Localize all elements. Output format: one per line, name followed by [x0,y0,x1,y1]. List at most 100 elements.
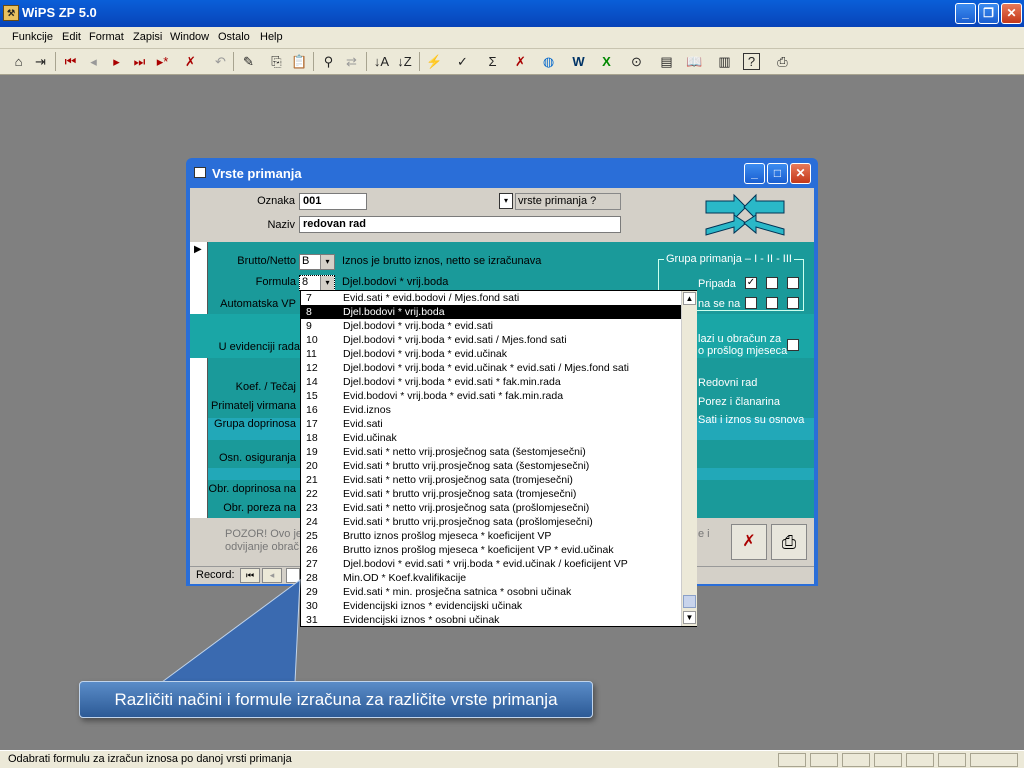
form-minimize-button[interactable]: _ [744,163,765,184]
option-formula: Evid.sati * netto vrij.prosječnog sata (… [343,474,573,486]
option-formula: Brutto iznos prošlog mjeseca * koeficije… [343,530,552,542]
dropdown-option[interactable]: 19 Evid.sati * netto vrij.prosječnog sata… [301,445,681,459]
menu-zapisi[interactable]: Zapisi [133,31,162,43]
book-icon[interactable]: 📖 [684,51,705,72]
dropdown-option[interactable]: 11 Djel.bodovi * vrij.boda * evid.učinak [301,347,681,361]
chevron-down-icon[interactable]: ▾ [320,255,334,269]
grupa-doprinosa-label: Grupa doprinosa [214,418,296,430]
close-button[interactable]: ✕ [1001,3,1022,24]
dropdown-option[interactable]: 30 Evidencijski iznos * evidencijski učin… [301,599,681,613]
sort-ascending-icon[interactable]: ↓A [371,51,392,72]
next-record-icon[interactable]: ▸ [106,51,127,72]
apply-filter-icon[interactable]: Σ [482,51,503,72]
menu-window[interactable]: Window [170,31,209,43]
dropdown-option[interactable]: 17 Evid.sati [301,417,681,431]
pripada-checkbox-3[interactable] [787,277,799,289]
dropdown-option[interactable]: 8 Djel.bodovi * vrij.boda [301,305,681,319]
dropdown-option[interactable]: 23 Evid.sati * netto vrij.prosječnog sata… [301,501,681,515]
undo-icon[interactable]: ↶ [210,51,231,72]
formula-select[interactable]: 8 ▾ [299,275,335,291]
pripada-checkbox-2[interactable] [766,277,778,289]
dropdown-option[interactable]: 31 Evidencijski iznos * osobni učinak [301,613,681,627]
menu-ostalo[interactable]: Ostalo [218,31,250,43]
print-setup-icon[interactable]: ⎙ [772,51,793,72]
koef-label: Koef. / Tečaj [235,381,296,393]
paste-icon[interactable]: 📋 [289,51,310,72]
dropdown-option[interactable]: 21 Evid.sati * netto vrij.prosječnog sata… [301,473,681,487]
ulazi-checkbox-1[interactable] [745,297,757,309]
dropdown-option[interactable]: 28 Min.OD * Koef.kvalifikacije [301,571,681,585]
replace-icon[interactable]: ⇄ [341,51,362,72]
primatelj-label: Primatelj virmana [211,400,296,412]
option-formula: Djel.bodovi * vrij.boda [343,306,445,318]
restore-button[interactable]: ❐ [978,3,999,24]
save-icon[interactable]: ✎ [238,51,259,72]
dropdown-scrollbar[interactable]: ▲ ▼ [681,291,697,626]
scroll-thumb[interactable] [683,595,696,608]
option-formula: Evid.sati * brutto vrij.prosječnog sata … [343,460,590,472]
dropdown-option[interactable]: 29 Evid.sati * min. prosječna satnica * o… [301,585,681,599]
find-icon[interactable]: ⚲ [318,51,339,72]
oznaka-field[interactable]: 001 [299,193,367,210]
naziv-field[interactable]: redovan rad [299,216,621,233]
form-close-button[interactable]: ✕ [790,163,811,184]
dropdown-option[interactable]: 7 Evid.sati * evid.bodovi / Mjes.fond sat… [301,291,681,305]
dropdown-option[interactable]: 14 Djel.bodovi * vrij.boda * evid.sati * … [301,375,681,389]
delete-record-icon[interactable]: ✗ [180,51,201,72]
exit-icon[interactable]: ⇥ [30,51,51,72]
dropdown-option[interactable]: 16 Evid.iznos [301,403,681,417]
excel-icon[interactable]: X [596,51,617,72]
brutto-select[interactable]: B ▾ [299,254,335,270]
ulazi-checkbox-2[interactable] [766,297,778,309]
books-icon[interactable]: ▥ [714,51,735,72]
minimize-button[interactable]: _ [955,3,976,24]
print-icon-button[interactable]: ⎙ [771,524,807,560]
menu-funkcije[interactable]: Funkcije [12,31,53,43]
copy-icon[interactable]: ⎘ [266,51,287,72]
new-record-icon[interactable]: ▸* [152,51,173,72]
dropdown-option[interactable]: 10 Djel.bodovi * vrij.boda * evid.sati / … [301,333,681,347]
formula-dropdown-list: 7 Evid.sati * evid.bodovi / Mjes.fond sat… [300,290,697,627]
first-record-icon[interactable]: ⏮ [60,51,81,72]
web-icon[interactable]: ◍ [538,51,559,72]
cancel-icon-button[interactable]: ✗ [731,524,767,560]
remove-filter-icon[interactable]: ✗ [510,51,531,72]
menu-format[interactable]: Format [89,31,124,43]
option-formula: Evid.sati * brutto vrij.prosječnog sata … [343,488,577,500]
lookup-dropdown-button[interactable]: ▾ [499,193,513,209]
dropdown-option[interactable]: 27 Djel.bodovi * evid.sati * vrij.boda * … [301,557,681,571]
previous-record-icon[interactable]: ◂ [83,51,104,72]
help-icon[interactable]: ? [743,53,760,70]
report-icon[interactable]: ▤ [656,51,677,72]
query-icon[interactable]: ⊙ [626,51,647,72]
option-formula: Evid.bodovi * vrij.boda * evid.sati * fa… [343,390,564,402]
last-record-icon[interactable]: ⏭ [129,51,150,72]
option-formula: Evid.sati [343,418,383,430]
option-number: 17 [306,418,318,430]
menu-edit[interactable]: Edit [62,31,81,43]
sort-descending-icon[interactable]: ↓Z [394,51,415,72]
dropdown-option[interactable]: 9 Djel.bodovi * vrij.boda * evid.sati [301,319,681,333]
dropdown-option[interactable]: 12 Djel.bodovi * vrij.boda * evid.učinak … [301,361,681,375]
app-title: WiPS ZP 5.0 [22,5,97,20]
menu-help[interactable]: Help [260,31,283,43]
filter-form-icon[interactable]: ✓ [452,51,473,72]
ulazi-obracun-checkbox[interactable] [787,339,799,351]
dropdown-option[interactable]: 22 Evid.sati * brutto vrij.prosječnog sat… [301,487,681,501]
chevron-down-icon[interactable]: ▾ [320,276,334,290]
scroll-down-icon[interactable]: ▼ [683,611,696,624]
filter-icon[interactable]: ⚡ [424,51,445,72]
word-icon[interactable]: W [568,51,589,72]
pripada-checkbox-1[interactable]: ✓ [745,277,757,289]
dropdown-option[interactable]: 18 Evid.učinak [301,431,681,445]
dropdown-option[interactable]: 15 Evid.bodovi * vrij.boda * evid.sati * … [301,389,681,403]
form-maximize-button[interactable]: □ [767,163,788,184]
home-icon[interactable]: ⌂ [8,51,29,72]
dropdown-option[interactable]: 26 Brutto iznos prošlog mjeseca * koefici… [301,543,681,557]
dropdown-option[interactable]: 20 Evid.sati * brutto vrij.prosječnog sat… [301,459,681,473]
ulazi-checkbox-3[interactable] [787,297,799,309]
dropdown-option[interactable]: 25 Brutto iznos prošlog mjeseca * koefici… [301,529,681,543]
option-formula: Evidencijski iznos * evidencijski učinak [343,600,523,612]
dropdown-option[interactable]: 24 Evid.sati * brutto vrij.prosječnog sat… [301,515,681,529]
scroll-up-icon[interactable]: ▲ [683,292,696,305]
